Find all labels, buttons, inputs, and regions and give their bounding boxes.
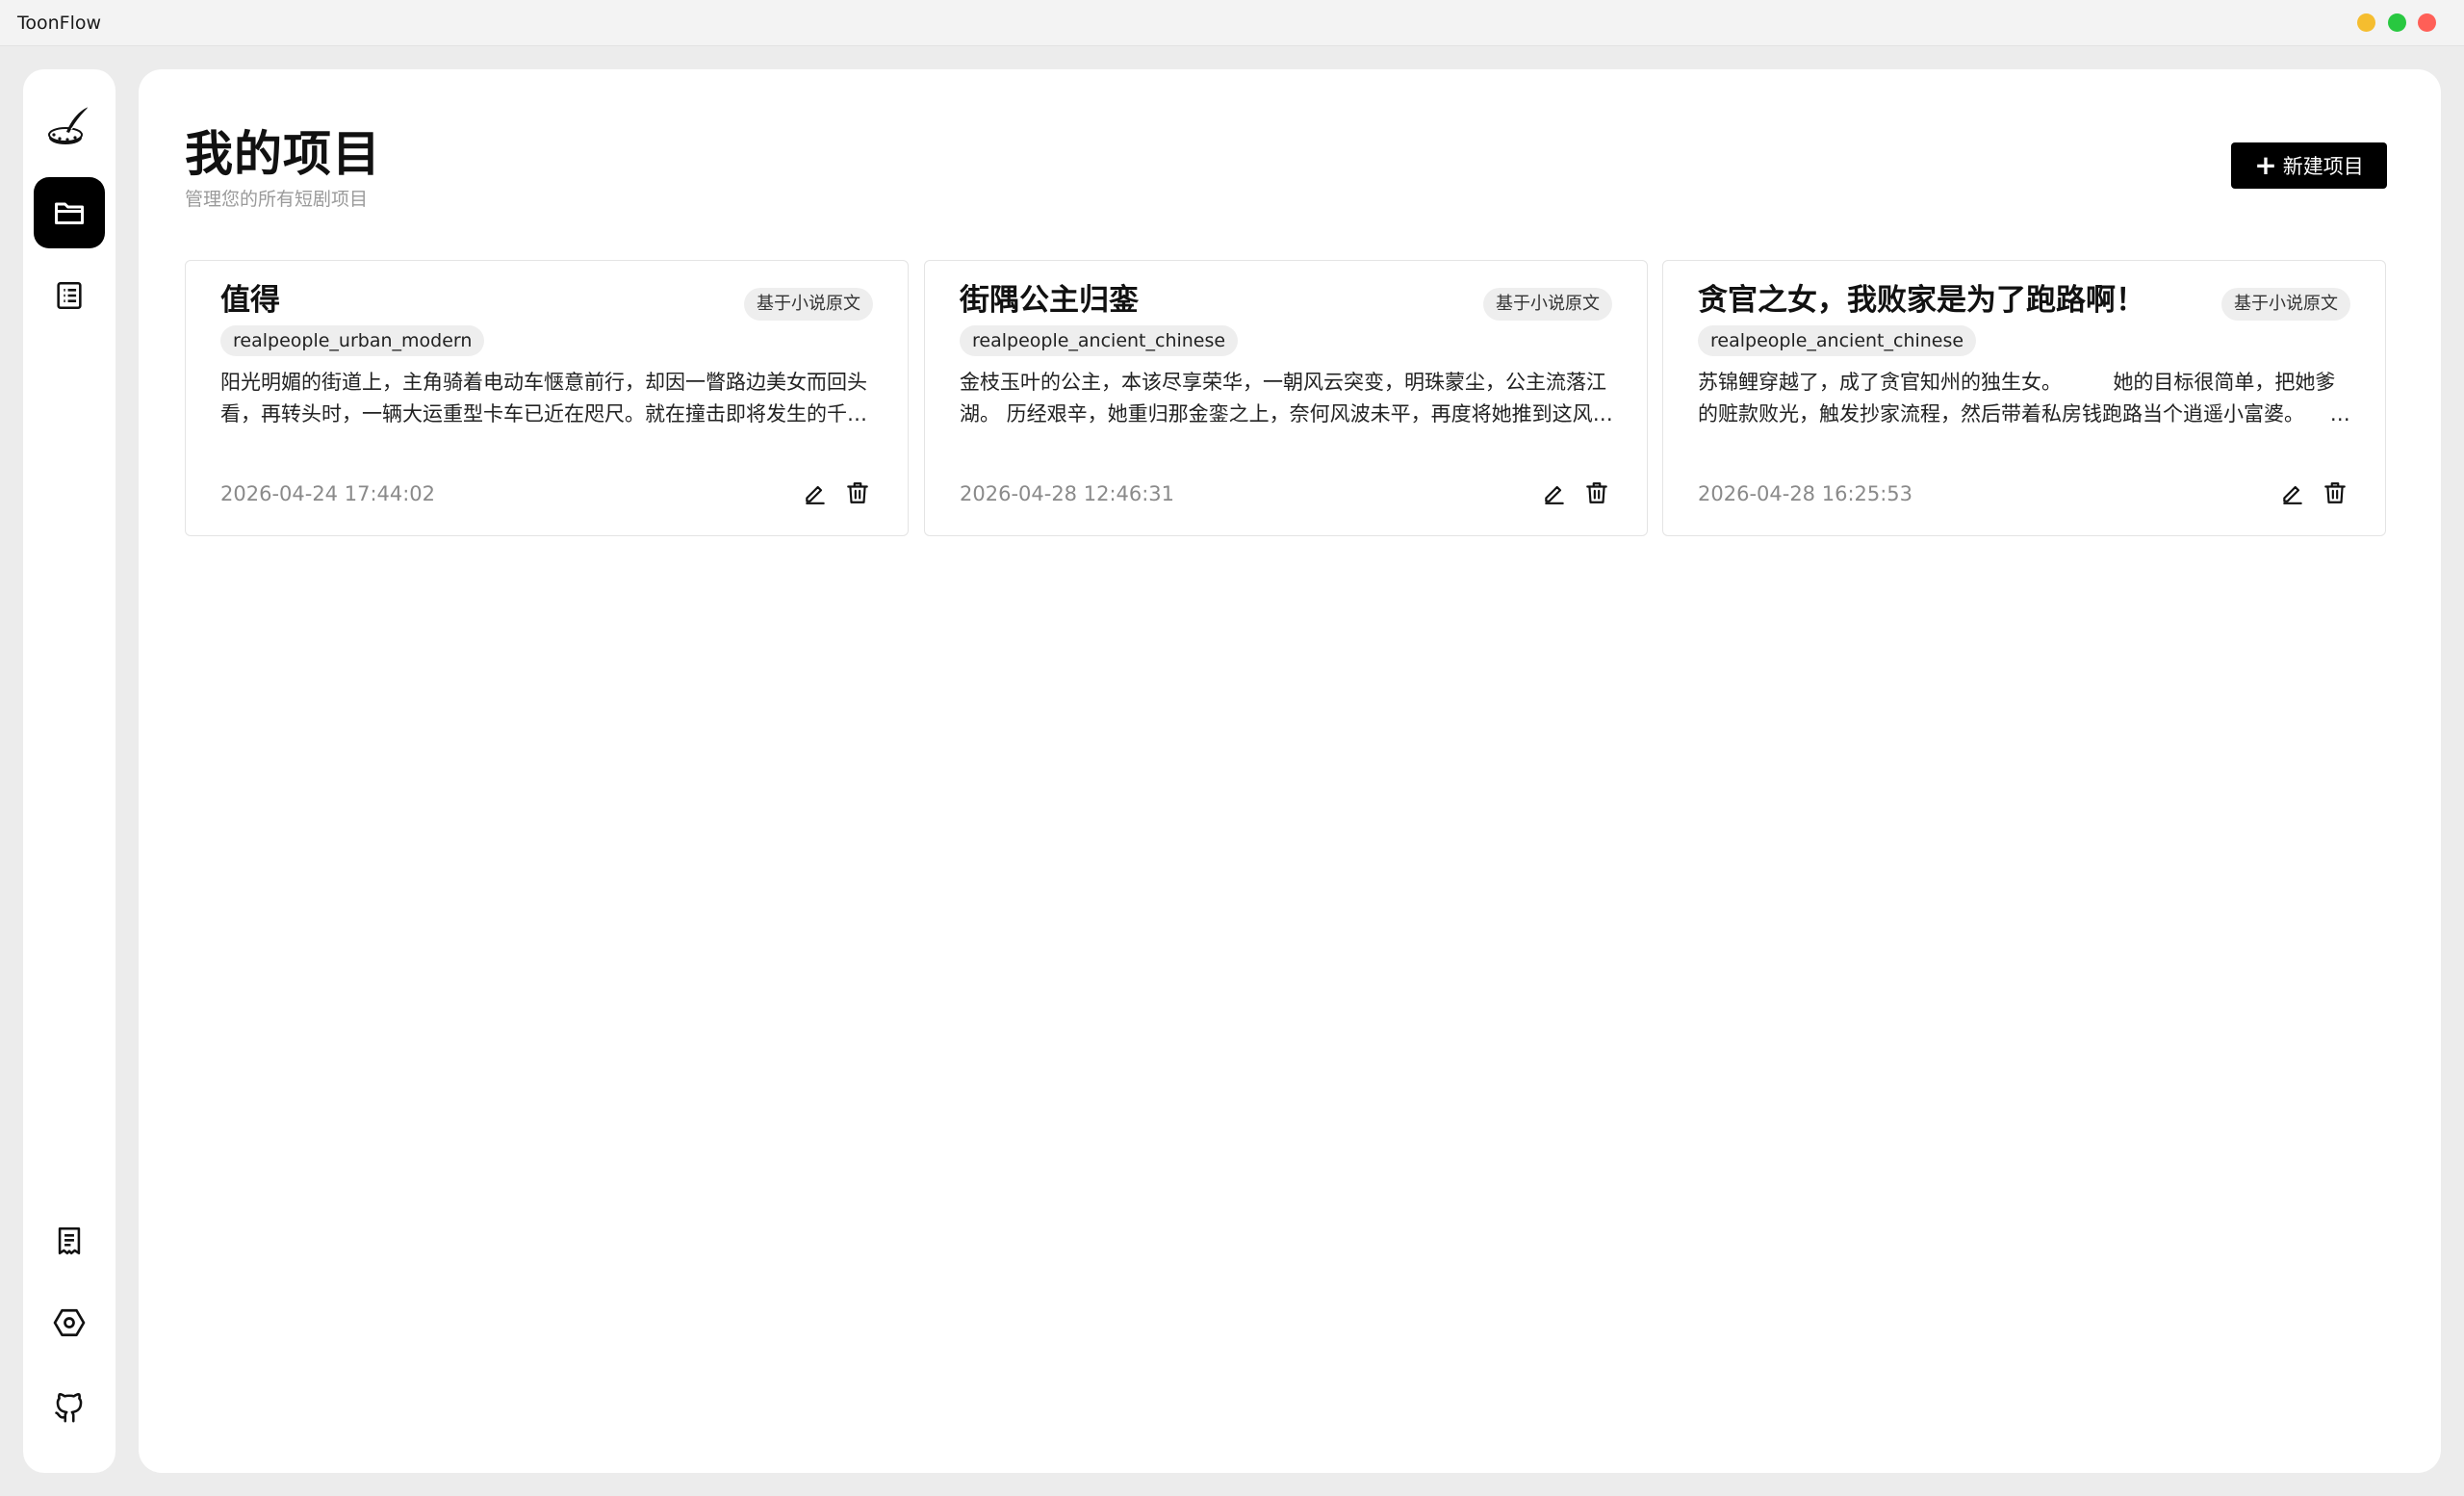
trash-icon [2324, 482, 2346, 503]
edit-icon [806, 485, 825, 504]
edit-icon [1545, 485, 1564, 504]
sidebar-item-list[interactable] [34, 260, 105, 331]
minimize-button[interactable] [2357, 13, 2375, 32]
delete-button[interactable] [1580, 477, 1613, 509]
project-date: 2026-04-24 17:44:02 [220, 482, 436, 505]
main-panel: 我的项目 管理您的所有短剧项目 + 新建项目 值得 基于小说原文 realpeo… [139, 69, 2441, 1473]
source-tag: 基于小说原文 [2221, 288, 2350, 321]
folder-icon [55, 202, 84, 224]
quill-logo-icon [48, 106, 90, 144]
style-tag: realpeople_ancient_chinese [960, 325, 1239, 356]
delete-button[interactable] [841, 477, 874, 509]
project-card[interactable]: 贪官之女，我败家是为了跑路啊！ 基于小说原文 realpeople_ancien… [1662, 260, 2386, 536]
app-title: ToonFlow [17, 13, 102, 34]
maximize-button[interactable] [2388, 13, 2406, 32]
new-project-button[interactable]: + 新建项目 [2231, 142, 2387, 189]
trash-icon [1586, 482, 1607, 503]
sidebar [23, 69, 116, 1473]
project-card[interactable]: 街隅公主归銮 基于小说原文 realpeople_ancient_chinese… [924, 260, 1648, 536]
project-title: 街隅公主归銮 [960, 283, 1139, 318]
project-title: 值得 [220, 283, 280, 318]
project-date: 2026-04-28 16:25:53 [1698, 482, 1913, 505]
app-logo[interactable] [34, 90, 105, 162]
project-description: 阳光明媚的街道上，主角骑着电动车惬意前行，却因一瞥路边美女而回头看，再转头时，一… [220, 371, 867, 426]
project-description: 苏锦鲤穿越了，成了贪官知州的独生女。 她的目标很简单，把她爹的赃款败光，触发抄家… [1698, 371, 2336, 426]
project-date: 2026-04-28 12:46:31 [960, 482, 1175, 505]
trash-icon [847, 482, 868, 503]
edit-button[interactable] [799, 477, 832, 509]
sidebar-item-records[interactable] [34, 1205, 105, 1277]
style-tag: realpeople_urban_modern [220, 325, 485, 356]
edit-button[interactable] [2276, 477, 2309, 509]
source-tag: 基于小说原文 [744, 288, 873, 321]
project-description: 金枝玉叶的公主，本该尽享荣华，一朝风云突变，明珠蒙尘，公主流落江湖。 历经艰辛，… [960, 371, 1613, 426]
settings-hex-icon [53, 1308, 86, 1337]
sidebar-item-settings[interactable] [34, 1287, 105, 1358]
delete-button[interactable] [2319, 477, 2351, 509]
page-title: 我的项目 [185, 126, 381, 182]
title-bar: ToonFlow [0, 0, 2464, 46]
plus-icon: + [2254, 149, 2277, 181]
project-card[interactable]: 值得 基于小说原文 realpeople_urban_modern 阳光明媚的街… [185, 260, 909, 536]
edit-icon [2283, 485, 2302, 504]
new-project-label: 新建项目 [2282, 155, 2364, 178]
style-tag: realpeople_ancient_chinese [1698, 325, 1977, 356]
page-subtitle: 管理您的所有短剧项目 [185, 189, 369, 210]
source-tag: 基于小说原文 [1483, 288, 1612, 321]
list-icon [57, 281, 82, 310]
receipt-icon [58, 1226, 81, 1255]
sidebar-item-github[interactable] [34, 1372, 105, 1443]
close-button[interactable] [2418, 13, 2436, 32]
edit-button[interactable] [1538, 477, 1571, 509]
project-title: 贪官之女，我败家是为了跑路啊！ [1698, 283, 2145, 318]
sidebar-item-projects[interactable] [34, 177, 105, 248]
github-icon [55, 1393, 83, 1423]
